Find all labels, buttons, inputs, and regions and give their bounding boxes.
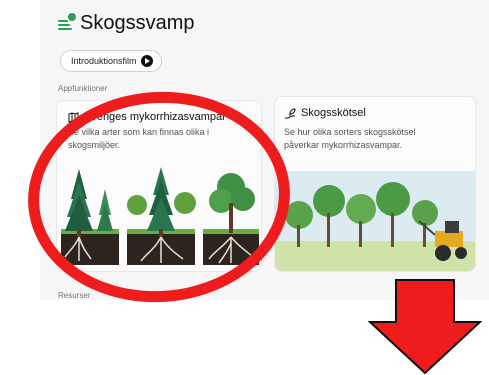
section-label-resources: Resurser (58, 291, 91, 300)
plant-hand-icon (285, 107, 296, 118)
app-header: Skogssvamp (58, 12, 195, 35)
menu-notification-icon[interactable] (58, 12, 76, 32)
card-mykorrhiza-title: Sveriges mykorrhizasvampar (84, 111, 226, 123)
section-label-apps: Appfunktioner (58, 84, 108, 93)
play-icon (140, 55, 153, 67)
card-mykorrhiza-title-row: Sveriges mykorrhizasvampar (68, 111, 226, 123)
card-skogsskotsel-title: Skogsskötsel (301, 107, 366, 119)
forest-soil-illustration (61, 167, 259, 265)
card-skogsskotsel-desc: Se hur olika sorters skogsskötsel påverk… (284, 126, 416, 152)
card-skogsskotsel-title-row: Skogsskötsel (284, 107, 366, 119)
card-mykorrhiza-desc-line1: Se vilka arter som kan finnas olika i (68, 127, 210, 137)
page-title: Skogssvamp (80, 12, 195, 34)
card-mykorrhiza-desc-line2: skogsmiljöer. (68, 140, 121, 150)
map-icon (68, 111, 79, 123)
card-skogsskotsel[interactable] (274, 96, 476, 272)
intro-film-label: Introduktionsfilm (71, 56, 137, 66)
forestry-illustration (275, 171, 475, 271)
card-mykorrhiza-desc: Se vilka arter som kan finnas olika i sk… (68, 126, 209, 152)
intro-film-button[interactable]: Introduktionsfilm (60, 50, 162, 72)
red-down-arrow-icon (368, 279, 482, 375)
card-skogsskotsel-desc-line2: påverkar mykorrhizasvampar. (284, 140, 403, 150)
card-skogsskotsel-desc-line1: Se hur olika sorters skogsskötsel (284, 127, 416, 137)
